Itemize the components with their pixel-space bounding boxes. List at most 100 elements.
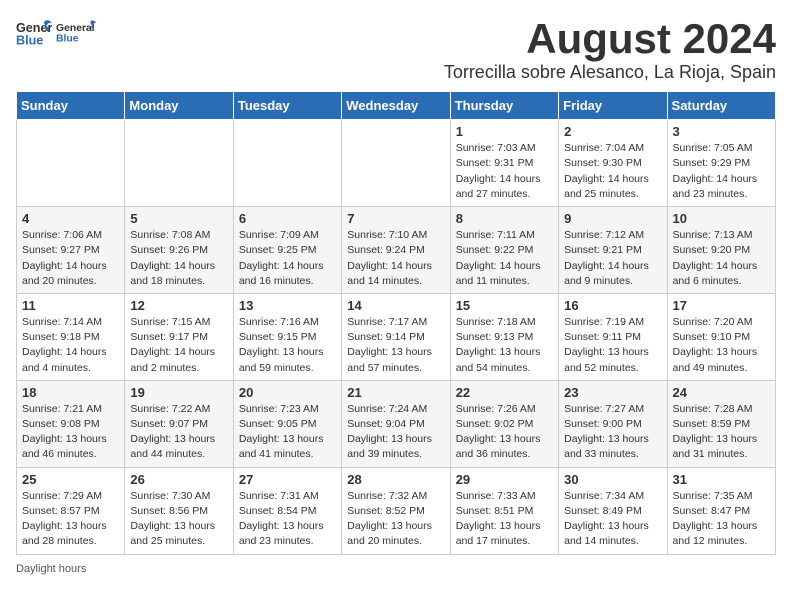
sunset-text: Sunset: 8:51 PM xyxy=(456,505,534,517)
daylight-text: Daylight: 14 hours and 16 minutes. xyxy=(239,260,324,287)
sunset-text: Sunset: 9:20 PM xyxy=(673,244,751,256)
day-info: Sunrise: 7:08 AM Sunset: 9:26 PM Dayligh… xyxy=(130,228,227,289)
day-info: Sunrise: 7:30 AM Sunset: 8:56 PM Dayligh… xyxy=(130,489,227,550)
day-of-week-header: Thursday xyxy=(450,92,558,120)
daylight-text: Daylight: 13 hours and 36 minutes. xyxy=(456,433,541,460)
calendar-day-cell: 6 Sunrise: 7:09 AM Sunset: 9:25 PM Dayli… xyxy=(233,207,341,294)
day-number: 21 xyxy=(347,385,444,400)
calendar-week-row: 4 Sunrise: 7:06 AM Sunset: 9:27 PM Dayli… xyxy=(17,207,776,294)
logo-bird-icon: General Blue xyxy=(56,16,96,48)
day-number: 29 xyxy=(456,472,553,487)
sunrise-text: Sunrise: 7:31 AM xyxy=(239,490,319,502)
daylight-text: Daylight: 13 hours and 52 minutes. xyxy=(564,346,649,373)
page-header: General Blue General Blue August 2024 To… xyxy=(16,16,776,83)
logo-icon: General Blue xyxy=(16,17,52,47)
day-number: 26 xyxy=(130,472,227,487)
day-number: 7 xyxy=(347,211,444,226)
daylight-text: Daylight: 14 hours and 9 minutes. xyxy=(564,260,649,287)
sunset-text: Sunset: 9:17 PM xyxy=(130,331,208,343)
calendar-day-cell: 22 Sunrise: 7:26 AM Sunset: 9:02 PM Dayl… xyxy=(450,380,558,467)
daylight-text: Daylight: 13 hours and 17 minutes. xyxy=(456,520,541,547)
sunrise-text: Sunrise: 7:32 AM xyxy=(347,490,427,502)
day-info: Sunrise: 7:32 AM Sunset: 8:52 PM Dayligh… xyxy=(347,489,444,550)
sunset-text: Sunset: 8:49 PM xyxy=(564,505,642,517)
sunset-text: Sunset: 8:52 PM xyxy=(347,505,425,517)
sunrise-text: Sunrise: 7:05 AM xyxy=(673,142,753,154)
sunset-text: Sunset: 8:47 PM xyxy=(673,505,751,517)
calendar-day-cell: 5 Sunrise: 7:08 AM Sunset: 9:26 PM Dayli… xyxy=(125,207,233,294)
calendar-day-cell: 9 Sunrise: 7:12 AM Sunset: 9:21 PM Dayli… xyxy=(559,207,667,294)
title-block: August 2024 Torrecilla sobre Alesanco, L… xyxy=(444,16,776,83)
daylight-text: Daylight: 14 hours and 23 minutes. xyxy=(673,173,758,200)
day-number: 5 xyxy=(130,211,227,226)
calendar-day-cell: 23 Sunrise: 7:27 AM Sunset: 9:00 PM Dayl… xyxy=(559,380,667,467)
sunrise-text: Sunrise: 7:13 AM xyxy=(673,229,753,241)
calendar-week-row: 18 Sunrise: 7:21 AM Sunset: 9:08 PM Dayl… xyxy=(17,380,776,467)
daylight-text: Daylight: 13 hours and 12 minutes. xyxy=(673,520,758,547)
calendar-day-cell: 18 Sunrise: 7:21 AM Sunset: 9:08 PM Dayl… xyxy=(17,380,125,467)
day-of-week-header: Saturday xyxy=(667,92,775,120)
sunset-text: Sunset: 9:08 PM xyxy=(22,418,100,430)
daylight-text: Daylight: 13 hours and 25 minutes. xyxy=(130,520,215,547)
sunset-text: Sunset: 9:15 PM xyxy=(239,331,317,343)
calendar-day-cell: 30 Sunrise: 7:34 AM Sunset: 8:49 PM Dayl… xyxy=(559,467,667,554)
logo: General Blue General Blue xyxy=(16,16,96,48)
daylight-text: Daylight: 13 hours and 57 minutes. xyxy=(347,346,432,373)
sunset-text: Sunset: 9:14 PM xyxy=(347,331,425,343)
month-year-title: August 2024 xyxy=(444,16,776,62)
sunset-text: Sunset: 9:13 PM xyxy=(456,331,534,343)
calendar-day-cell: 10 Sunrise: 7:13 AM Sunset: 9:20 PM Dayl… xyxy=(667,207,775,294)
svg-text:Blue: Blue xyxy=(16,34,43,47)
day-number: 4 xyxy=(22,211,119,226)
calendar-day-cell: 4 Sunrise: 7:06 AM Sunset: 9:27 PM Dayli… xyxy=(17,207,125,294)
daylight-text: Daylight: 13 hours and 20 minutes. xyxy=(347,520,432,547)
calendar-day-cell: 8 Sunrise: 7:11 AM Sunset: 9:22 PM Dayli… xyxy=(450,207,558,294)
day-info: Sunrise: 7:15 AM Sunset: 9:17 PM Dayligh… xyxy=(130,315,227,376)
day-info: Sunrise: 7:04 AM Sunset: 9:30 PM Dayligh… xyxy=(564,141,661,202)
calendar-body: 1 Sunrise: 7:03 AM Sunset: 9:31 PM Dayli… xyxy=(17,120,776,554)
day-number: 22 xyxy=(456,385,553,400)
daylight-text: Daylight: 13 hours and 46 minutes. xyxy=(22,433,107,460)
daylight-text: Daylight: 14 hours and 11 minutes. xyxy=(456,260,541,287)
day-number: 3 xyxy=(673,124,770,139)
logo-blue-text: Blue xyxy=(56,34,79,45)
day-number: 27 xyxy=(239,472,336,487)
day-info: Sunrise: 7:09 AM Sunset: 9:25 PM Dayligh… xyxy=(239,228,336,289)
sunset-text: Sunset: 9:07 PM xyxy=(130,418,208,430)
day-of-week-header: Wednesday xyxy=(342,92,450,120)
calendar-week-row: 11 Sunrise: 7:14 AM Sunset: 9:18 PM Dayl… xyxy=(17,293,776,380)
day-info: Sunrise: 7:16 AM Sunset: 9:15 PM Dayligh… xyxy=(239,315,336,376)
day-info: Sunrise: 7:03 AM Sunset: 9:31 PM Dayligh… xyxy=(456,141,553,202)
calendar-day-cell xyxy=(342,120,450,207)
sunset-text: Sunset: 9:27 PM xyxy=(22,244,100,256)
sunrise-text: Sunrise: 7:30 AM xyxy=(130,490,210,502)
logo-text-block: General Blue xyxy=(56,16,96,48)
calendar-day-cell: 26 Sunrise: 7:30 AM Sunset: 8:56 PM Dayl… xyxy=(125,467,233,554)
day-info: Sunrise: 7:26 AM Sunset: 9:02 PM Dayligh… xyxy=(456,402,553,463)
day-number: 15 xyxy=(456,298,553,313)
sunrise-text: Sunrise: 7:15 AM xyxy=(130,316,210,328)
sunset-text: Sunset: 9:04 PM xyxy=(347,418,425,430)
sunset-text: Sunset: 8:54 PM xyxy=(239,505,317,517)
day-info: Sunrise: 7:24 AM Sunset: 9:04 PM Dayligh… xyxy=(347,402,444,463)
calendar-day-cell: 31 Sunrise: 7:35 AM Sunset: 8:47 PM Dayl… xyxy=(667,467,775,554)
calendar-day-cell: 2 Sunrise: 7:04 AM Sunset: 9:30 PM Dayli… xyxy=(559,120,667,207)
calendar-day-cell: 13 Sunrise: 7:16 AM Sunset: 9:15 PM Dayl… xyxy=(233,293,341,380)
day-info: Sunrise: 7:20 AM Sunset: 9:10 PM Dayligh… xyxy=(673,315,770,376)
sunset-text: Sunset: 9:00 PM xyxy=(564,418,642,430)
sunrise-text: Sunrise: 7:11 AM xyxy=(456,229,535,241)
daylight-text: Daylight: 14 hours and 25 minutes. xyxy=(564,173,649,200)
daylight-text: Daylight: 14 hours and 27 minutes. xyxy=(456,173,541,200)
daylight-text: Daylight: 14 hours and 4 minutes. xyxy=(22,346,107,373)
calendar-day-cell: 7 Sunrise: 7:10 AM Sunset: 9:24 PM Dayli… xyxy=(342,207,450,294)
day-number: 25 xyxy=(22,472,119,487)
day-info: Sunrise: 7:14 AM Sunset: 9:18 PM Dayligh… xyxy=(22,315,119,376)
calendar-day-cell: 3 Sunrise: 7:05 AM Sunset: 9:29 PM Dayli… xyxy=(667,120,775,207)
sunset-text: Sunset: 9:29 PM xyxy=(673,157,751,169)
day-number: 20 xyxy=(239,385,336,400)
sunset-text: Sunset: 8:56 PM xyxy=(130,505,208,517)
day-number: 16 xyxy=(564,298,661,313)
day-info: Sunrise: 7:31 AM Sunset: 8:54 PM Dayligh… xyxy=(239,489,336,550)
sunrise-text: Sunrise: 7:09 AM xyxy=(239,229,319,241)
day-number: 31 xyxy=(673,472,770,487)
